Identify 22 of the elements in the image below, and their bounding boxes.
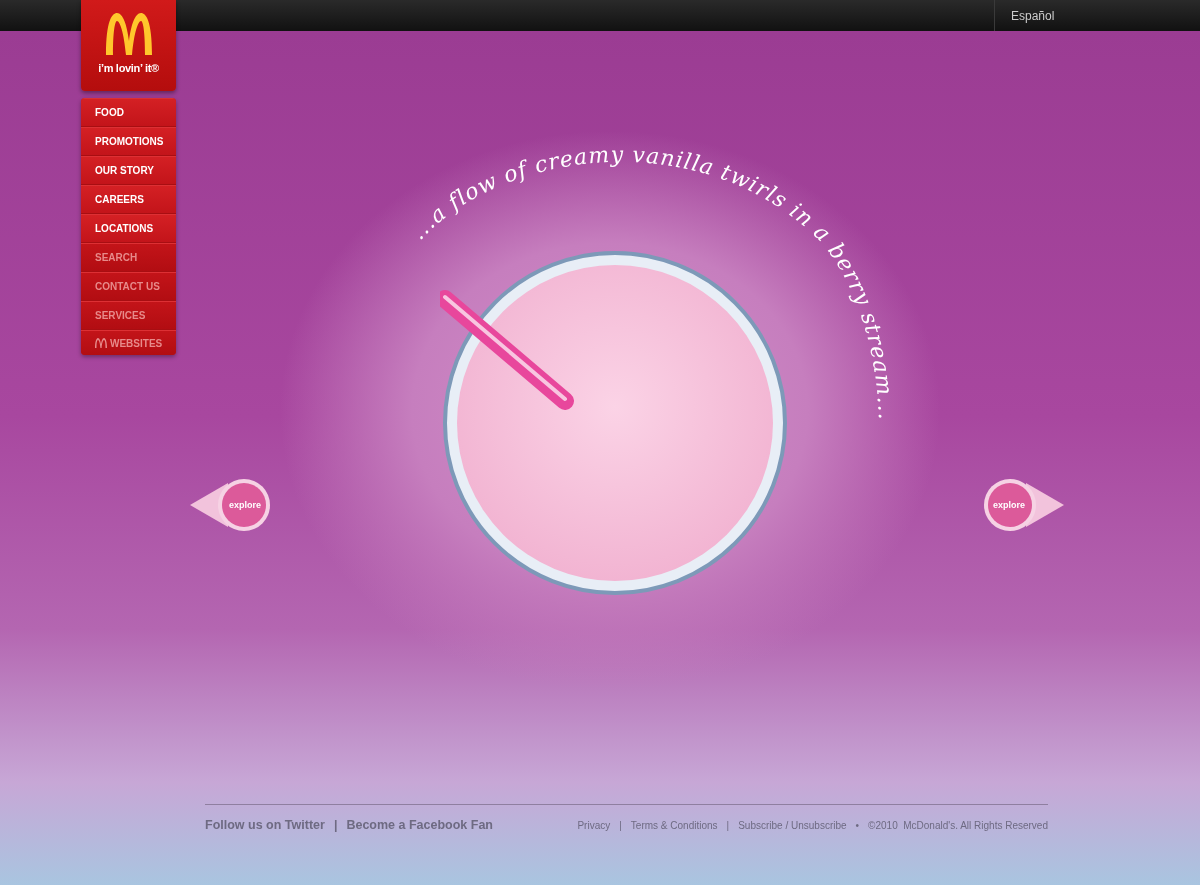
arches-logo-icon[interactable] [103, 11, 155, 55]
nav-item[interactable]: OUR STORY [81, 156, 176, 185]
copyright-text: ©2010 McDonald's. All Rights Reserved [868, 820, 1048, 831]
separator-text: | [619, 820, 622, 831]
social-link[interactable]: Follow us on Twitter [205, 818, 325, 832]
social-link[interactable]: Become a Facebook Fan [346, 818, 493, 832]
arches-icon [95, 338, 107, 348]
nav-item[interactable]: SEARCH [81, 243, 176, 272]
footer-link[interactable]: Privacy [577, 820, 611, 831]
nav-item[interactable]: SERVICES [81, 301, 176, 330]
separator-text: | [726, 820, 730, 831]
language-link[interactable]: Español [1011, 8, 1055, 23]
footer-link[interactable]: Terms & Conditions [630, 820, 718, 831]
tagline-text: i’m lovin’ it® [97, 62, 160, 74]
nav-item[interactable]: CAREERS [81, 185, 176, 214]
nav-item[interactable]: PROMOTIONS [81, 127, 176, 156]
footer-link[interactable]: Subscribe / Unsubscribe [738, 820, 847, 831]
nav-item[interactable]: LOCATIONS [81, 214, 176, 243]
separator-text: | [333, 818, 338, 832]
nav-item[interactable]: CONTACT US [81, 272, 176, 301]
separator-text: • [855, 820, 860, 831]
nav-item[interactable]: FOOD [81, 98, 176, 127]
